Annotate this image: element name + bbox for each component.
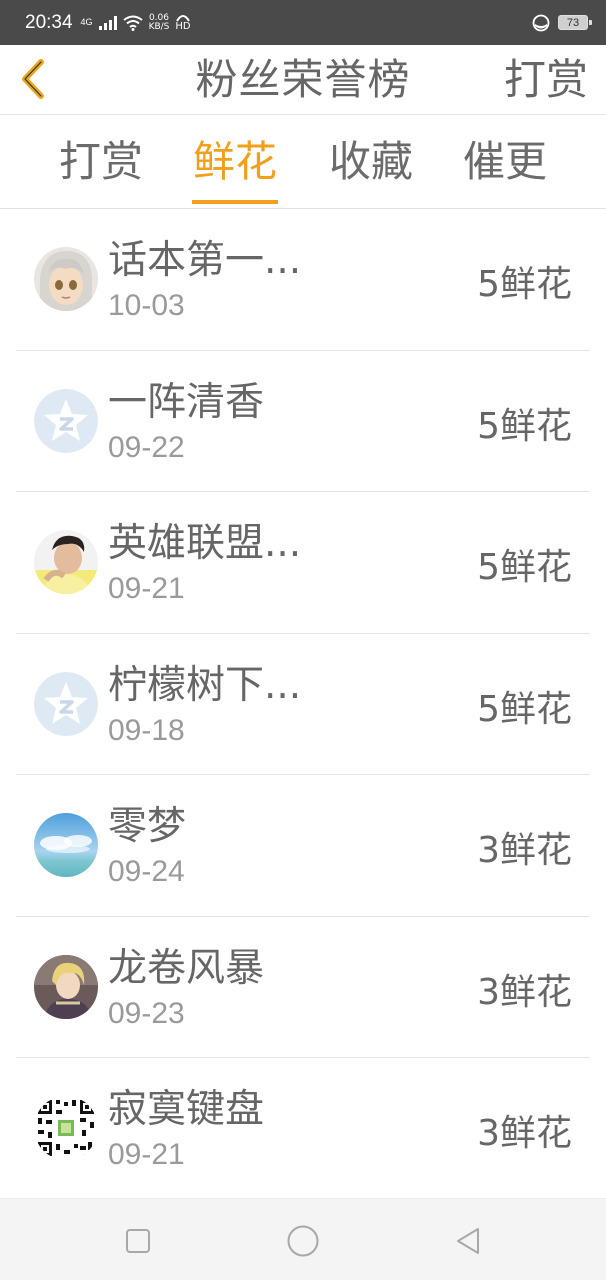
hd-label: HD [175,20,191,32]
network-speed: 0.06 KB/S [148,13,170,32]
tab-label: 打赏 [58,137,143,186]
fan-date: 09-22 [108,430,185,464]
home-button[interactable] [283,1221,323,1261]
fan-name: 一阵清香 [108,379,265,425]
flower-count: 5鲜花 [477,264,572,305]
avatar [34,954,98,1019]
tab-favorites[interactable]: 收藏 [316,116,426,209]
active-tab-indicator [192,200,278,204]
network-type: 4G [80,17,93,27]
sky-photo-avatar-icon [34,813,98,877]
flower-count: 3鲜花 [477,971,572,1013]
tab-urge-update[interactable]: 催更 [450,116,560,209]
back-nav-button[interactable] [448,1221,488,1261]
wifi-icon [122,15,143,31]
fan-date: 09-21 [108,1138,185,1171]
anime-girl-avatar-icon [34,247,98,311]
fan-name: 话本第一... [108,238,302,283]
data-saver-icon [532,14,550,31]
status-time: 20:34 [25,11,73,33]
list-item[interactable]: 零梦 09-24 3鲜花 [16,775,590,917]
fan-name: 柠檬树下... [108,662,302,708]
status-right: 73 [532,14,592,32]
header: 粉丝荣誉榜 打赏 [0,45,606,115]
flower-count: 3鲜花 [477,1113,572,1154]
qr-code-avatar-icon [34,1096,98,1160]
network-speed-unit: KB/S [148,21,170,32]
system-nav-bar [0,1198,606,1280]
list-item[interactable]: 龙卷风暴 09-23 3鲜花 [16,917,590,1058]
avatar [34,671,98,736]
fan-name: 零梦 [108,804,187,849]
recent-apps-button[interactable] [118,1221,158,1261]
anime-boy-avatar-icon [34,954,98,1019]
circle-icon [287,1225,319,1257]
avatar [34,1096,98,1160]
list-item[interactable]: 寂寞键盘 09-21 3鲜花 [16,1058,590,1200]
status-icons: 4G 0.06 KB/S HD [80,13,191,32]
fan-date: 09-18 [108,713,185,747]
battery-indicator: 73 [558,15,592,30]
avatar [34,813,98,877]
man-photo-avatar-icon [34,530,98,594]
triangle-back-icon [457,1228,479,1254]
status-bar: 20:34 4G 0.06 KB/S HD 73 [0,0,606,45]
flower-count: 3鲜花 [477,830,572,871]
signal-icon [98,15,117,30]
avatar [34,388,98,453]
hd-indicator: HD [175,14,191,32]
tab-flowers[interactable]: 鲜花 [180,116,290,209]
flower-count: 5鲜花 [477,688,572,730]
flower-count: 5鲜花 [477,405,572,447]
fan-name: 寂寞键盘 [108,1087,265,1132]
default-star-avatar-icon [34,388,98,453]
reward-button[interactable]: 打赏 [504,45,588,115]
list-item[interactable]: 一阵清香 09-22 5鲜花 [16,351,590,492]
tab-label: 催更 [462,137,547,186]
list-item[interactable]: 话本第一... 10-03 5鲜花 [16,209,590,351]
fan-date: 09-23 [108,996,185,1030]
avatar [34,247,98,311]
tab-reward[interactable]: 打赏 [46,116,156,209]
fan-list: 话本第一... 10-03 5鲜花 一阵清香 09-22 5鲜花 英雄联盟...… [0,209,606,1200]
list-item[interactable]: 英雄联盟... 09-21 5鲜花 [16,492,590,634]
tab-label: 收藏 [328,137,413,186]
tab-label: 鲜花 [192,137,277,186]
list-item[interactable]: 柠檬树下... 09-18 5鲜花 [16,634,590,775]
avatar [34,530,98,594]
fan-date: 09-24 [108,855,185,888]
default-star-avatar-icon [34,671,98,736]
fan-name: 龙卷风暴 [108,945,265,991]
fan-name: 英雄联盟... [108,521,302,566]
fan-date: 09-21 [108,572,185,605]
fan-date: 10-03 [108,289,185,322]
tab-bar: 打赏 鲜花 收藏 催更 [0,116,606,209]
square-icon [126,1229,150,1253]
flower-count: 5鲜花 [477,547,572,588]
